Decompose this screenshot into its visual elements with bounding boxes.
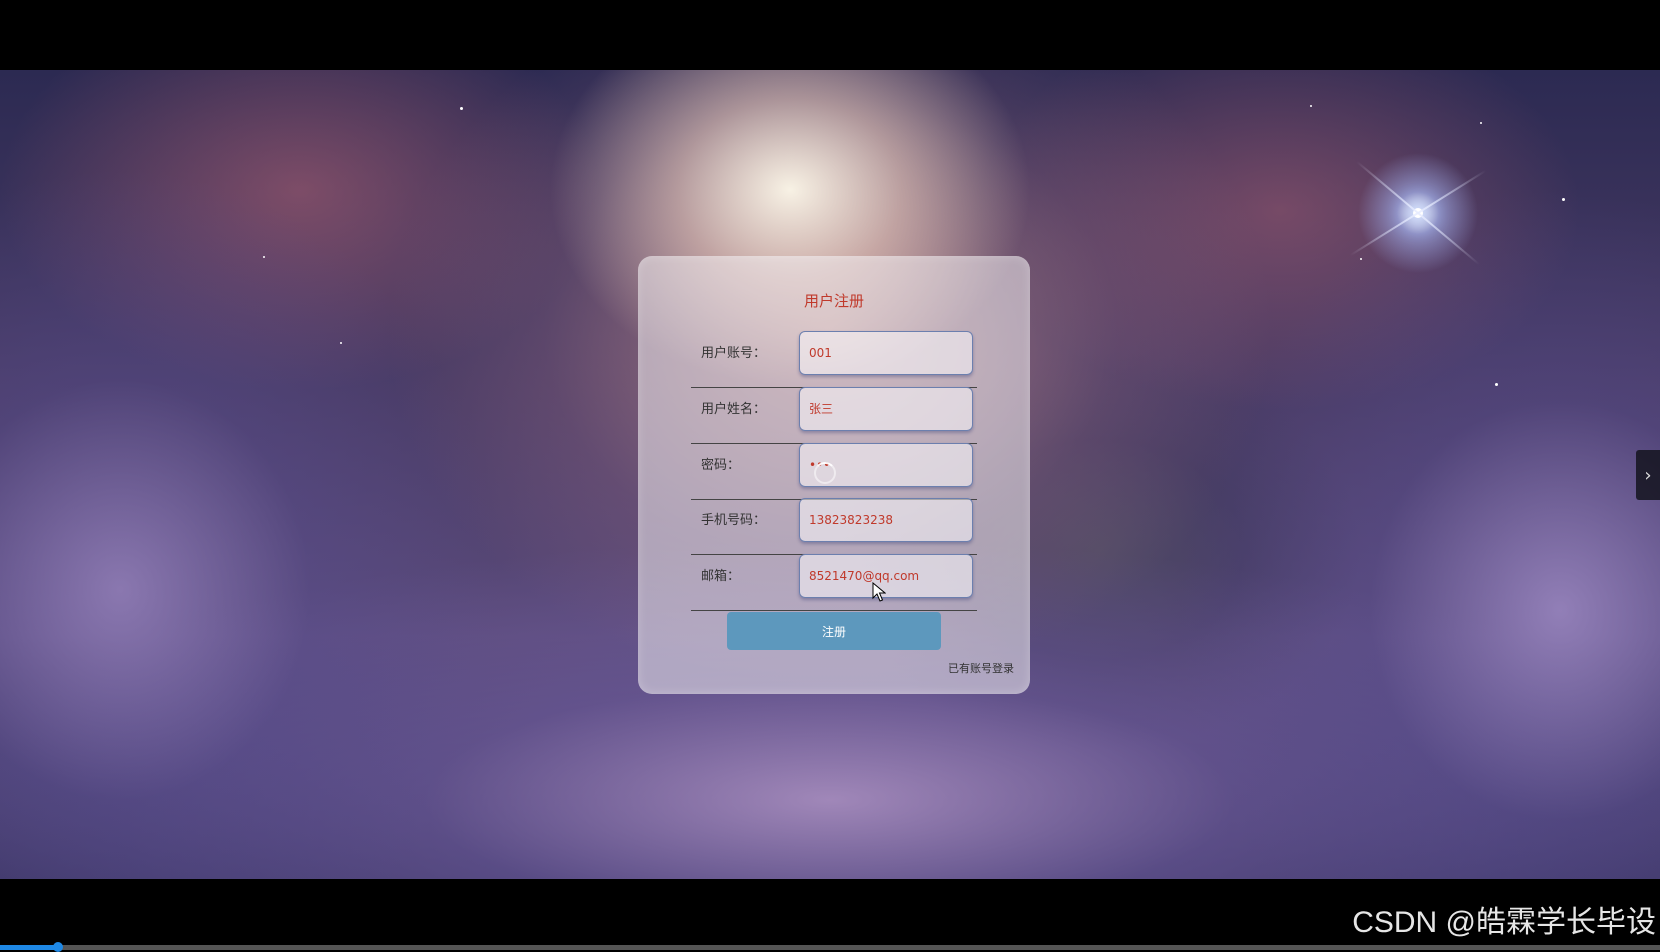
progress-fill bbox=[0, 945, 59, 950]
email-label: 邮箱： bbox=[701, 569, 741, 584]
chevron-right-icon: › bbox=[1644, 464, 1652, 486]
password-label: 密码： bbox=[701, 458, 741, 473]
name-input[interactable] bbox=[799, 387, 973, 431]
star bbox=[1562, 198, 1565, 201]
account-row: 用户账号： bbox=[691, 331, 977, 388]
video-progress-bar[interactable] bbox=[0, 942, 1660, 952]
name-row: 用户姓名： bbox=[691, 387, 977, 444]
phone-row: 手机号码： bbox=[691, 498, 977, 555]
progress-handle[interactable] bbox=[53, 942, 64, 952]
register-button[interactable]: 注册 bbox=[727, 612, 941, 650]
star-flare bbox=[1356, 160, 1480, 266]
account-input[interactable] bbox=[799, 331, 973, 375]
mouse-cursor-icon bbox=[872, 582, 886, 602]
side-toggle-button[interactable]: › bbox=[1636, 450, 1660, 500]
star bbox=[1495, 383, 1498, 386]
star bbox=[340, 342, 342, 344]
star bbox=[1310, 105, 1312, 107]
top-black-bar bbox=[0, 0, 1660, 70]
phone-input[interactable] bbox=[799, 498, 973, 542]
star bbox=[1480, 122, 1482, 124]
star bbox=[460, 107, 463, 110]
account-label: 用户账号： bbox=[701, 346, 767, 361]
email-row: 邮箱： bbox=[691, 554, 977, 611]
star bbox=[263, 256, 265, 258]
login-link[interactable]: 已有账号登录 bbox=[948, 660, 1014, 676]
email-input[interactable] bbox=[799, 554, 973, 598]
loading-spinner-icon bbox=[814, 462, 836, 484]
star bbox=[1360, 258, 1362, 260]
name-label: 用户姓名： bbox=[701, 402, 767, 417]
form-title: 用户注册 bbox=[803, 292, 864, 310]
watermark: CSDN @皓霖学长毕设 bbox=[1352, 906, 1656, 939]
phone-label: 手机号码： bbox=[701, 513, 767, 528]
